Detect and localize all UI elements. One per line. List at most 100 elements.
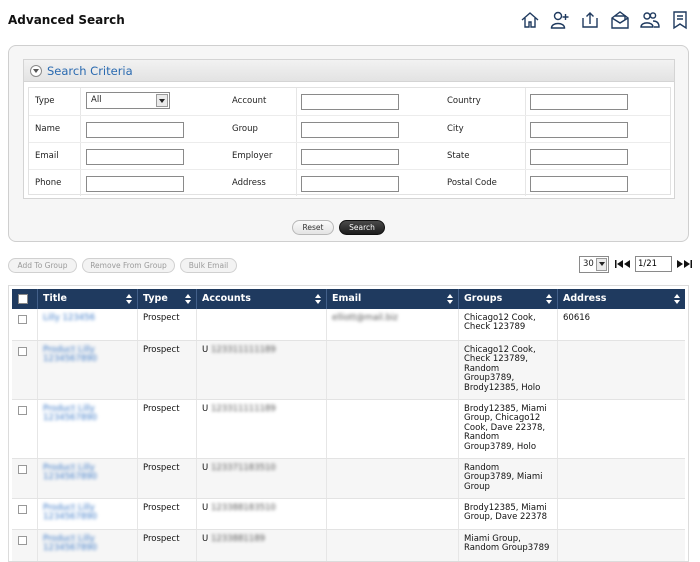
next-page-icon[interactable]	[676, 259, 684, 269]
employer-input[interactable]	[301, 149, 399, 165]
phone-input[interactable]	[86, 176, 184, 192]
title-cell: Lilly 123456	[38, 309, 138, 340]
table-row[interactable]: Product Lilly 1234567890 Prospect U 1233…	[12, 530, 685, 561]
column-header-email[interactable]: Email	[327, 289, 459, 309]
postal-code-input[interactable]	[530, 176, 628, 192]
column-header-title[interactable]: Title	[38, 289, 138, 309]
name-label: Name	[35, 124, 61, 134]
type-cell: Prospect	[138, 309, 197, 340]
last-page-icon[interactable]	[684, 259, 692, 269]
address-label: Address	[232, 178, 266, 188]
title-cell: Product Lilly 1234567890	[38, 400, 138, 458]
groups-cell: Random Group3789, Miami Group	[459, 459, 558, 498]
type-cell: Prospect	[138, 499, 197, 529]
search-criteria-panel: Search Criteria Type All Account Country	[23, 59, 675, 199]
bookmark-icon[interactable]	[668, 8, 692, 32]
title-link[interactable]: Product Lilly 1234567890	[43, 503, 97, 522]
page-title: Advanced Search	[8, 13, 125, 27]
row-checkbox[interactable]	[18, 536, 27, 545]
criteria-row: Phone Address Postal Code	[29, 169, 670, 196]
address-input[interactable]	[301, 176, 399, 192]
row-select-cell	[12, 499, 38, 529]
type-select-value: All	[91, 95, 102, 105]
title-cell: Product Lilly 1234567890	[38, 530, 138, 561]
email-value: elliott@mail.biz	[332, 313, 398, 323]
table-row[interactable]: Lilly 123456 Prospect elliott@mail.biz C…	[12, 309, 685, 341]
state-input[interactable]	[530, 149, 628, 165]
type-select[interactable]: All	[86, 92, 170, 109]
column-header-address[interactable]: Address	[558, 289, 685, 309]
upload-icon[interactable]	[578, 8, 602, 32]
home-icon[interactable]	[518, 8, 542, 32]
email-cell: elliott@mail.biz	[327, 309, 459, 340]
select-all-checkbox[interactable]	[18, 294, 28, 304]
title-link[interactable]: Product Lilly 1234567890	[43, 404, 97, 423]
search-button[interactable]: Search	[339, 220, 385, 235]
first-page-icon[interactable]	[615, 259, 623, 269]
address-cell: 60616	[563, 313, 591, 323]
open-mail-icon[interactable]	[608, 8, 632, 32]
row-checkbox[interactable]	[18, 505, 27, 514]
groups-cell: Brody12385, Miami Group, Dave 22378	[459, 499, 558, 529]
results-table: Title Type Accounts Email Groups Address…	[8, 285, 689, 562]
email-cell	[327, 530, 459, 561]
accounts-cell: U 123371183510	[197, 459, 327, 498]
table-row[interactable]: Product Lilly 1234567890 Prospect U 1233…	[12, 459, 685, 499]
reset-button[interactable]: Reset	[292, 220, 334, 235]
city-input[interactable]	[530, 122, 628, 138]
search-criteria-container: Search Criteria Type All Account Country	[8, 45, 689, 242]
collapse-icon[interactable]	[30, 64, 42, 77]
postal-code-label: Postal Code	[447, 178, 497, 188]
chevron-down-icon[interactable]	[596, 257, 607, 271]
title-link[interactable]: Product Lilly 1234567890	[43, 463, 97, 482]
type-cell: Prospect	[138, 459, 197, 498]
add-user-icon[interactable]	[548, 8, 572, 32]
add-to-group-button[interactable]: Add To Group	[8, 258, 77, 273]
previous-page-icon[interactable]	[623, 259, 631, 269]
name-input[interactable]	[86, 122, 184, 138]
remove-from-group-button[interactable]: Remove From Group	[82, 258, 175, 273]
sort-icon	[447, 294, 453, 304]
email-label: Email	[35, 151, 59, 161]
page-size-value: 30	[583, 258, 594, 269]
row-select-cell	[12, 459, 38, 498]
state-label: State	[447, 151, 470, 161]
email-cell	[327, 400, 459, 458]
chevron-down-icon[interactable]	[156, 94, 168, 107]
table-row[interactable]: Product Lilly 1234567890 Prospect U 1233…	[12, 400, 685, 459]
row-checkbox[interactable]	[18, 347, 27, 356]
accounts-cell: U 123311111189	[197, 341, 327, 399]
pagination: 30	[579, 255, 692, 273]
accounts-cell: U 123388183510	[197, 499, 327, 529]
bulk-email-button[interactable]: Bulk Email	[180, 258, 237, 273]
type-cell: Prospect	[138, 400, 197, 458]
row-checkbox[interactable]	[18, 315, 27, 324]
email-cell	[327, 499, 459, 529]
sort-icon	[126, 294, 132, 304]
row-checkbox[interactable]	[18, 406, 27, 415]
table-row[interactable]: Product Lilly 1234567890 Prospect U 1233…	[12, 499, 685, 530]
account-input[interactable]	[301, 94, 399, 110]
email-cell	[327, 341, 459, 399]
country-input[interactable]	[530, 94, 628, 110]
title-cell: Product Lilly 1234567890	[38, 499, 138, 529]
page-number-input[interactable]	[635, 256, 672, 272]
column-header-type[interactable]: Type	[138, 289, 197, 309]
row-checkbox[interactable]	[18, 465, 27, 474]
title-link[interactable]: Product Lilly 1234567890	[43, 534, 97, 553]
title-cell: Product Lilly 1234567890	[38, 341, 138, 399]
page-size-select[interactable]: 30	[579, 255, 609, 273]
title-link[interactable]: Product Lilly 1234567890	[43, 345, 97, 364]
title-cell: Product Lilly 1234567890	[38, 459, 138, 498]
select-all-cell	[12, 289, 38, 309]
email-input[interactable]	[86, 149, 184, 165]
sort-icon	[315, 294, 321, 304]
column-header-accounts[interactable]: Accounts	[197, 289, 327, 309]
accounts-cell	[197, 309, 327, 340]
users-icon[interactable]	[638, 8, 662, 32]
column-header-groups[interactable]: Groups	[459, 289, 558, 309]
group-input[interactable]	[301, 122, 399, 138]
title-link[interactable]: Lilly 123456	[43, 313, 95, 323]
search-criteria-header[interactable]: Search Criteria	[24, 60, 674, 82]
table-row[interactable]: Product Lilly 1234567890 Prospect U 1233…	[12, 341, 685, 400]
